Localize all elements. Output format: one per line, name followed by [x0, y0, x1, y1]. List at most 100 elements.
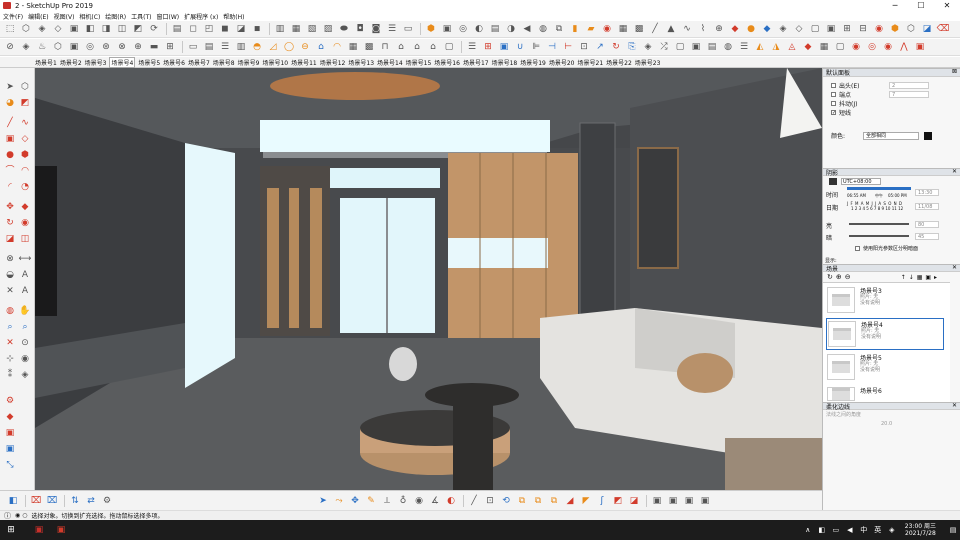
scene-tab[interactable]: 场景号17 [463, 58, 489, 67]
group-icon[interactable]: ⬡ [51, 40, 65, 54]
model-icon[interactable]: ◈ [641, 40, 655, 54]
orbit2-icon[interactable]: ◎ [83, 40, 97, 54]
plugin-a-icon[interactable]: ◈ [776, 22, 790, 36]
large-tools-icon[interactable]: ◧ [6, 494, 20, 508]
render9-icon[interactable]: ◉ [881, 40, 895, 54]
credits-icon[interactable]: ○ [22, 512, 27, 519]
scene-tab[interactable]: 场景号15 [406, 58, 432, 67]
orbit-tool-icon[interactable]: ◍ [3, 304, 17, 318]
plugin-r-icon[interactable]: ◩ [611, 494, 625, 508]
edge-style-icon[interactable]: ▥ [273, 22, 287, 36]
dome-icon[interactable]: ◠ [330, 40, 344, 54]
scale-icon[interactable]: ⊗ [115, 40, 129, 54]
cabinet-icon[interactable]: ▤ [202, 40, 216, 54]
view2-icon[interactable]: ▣ [689, 40, 703, 54]
extension-checkbox[interactable] [831, 83, 836, 88]
ime-mode[interactable]: 中 [857, 520, 871, 540]
scene-tab-active[interactable]: 场景号4 [109, 56, 136, 68]
plugin-round-icon[interactable]: ◉ [600, 22, 614, 36]
select-arrow-icon[interactable]: ➤ [316, 494, 330, 508]
scene-tab[interactable]: 场景号23 [635, 58, 661, 67]
render5-icon[interactable]: ▦ [817, 40, 831, 54]
rotated-rect-icon[interactable]: ◇ [18, 132, 32, 146]
plugin-b-icon[interactable]: ◇ [792, 22, 806, 36]
scene-tab[interactable]: 场景号21 [578, 58, 604, 67]
shuffle-icon[interactable]: ⤮ [657, 40, 671, 54]
shadow-toggle-icon[interactable] [829, 178, 837, 185]
close-icon[interactable]: ✕ [952, 264, 957, 271]
extension-wh-icon[interactable]: ▣ [3, 442, 17, 456]
shield-icon[interactable]: ◈ [885, 520, 899, 540]
component-icon[interactable]: ⬡ [19, 22, 33, 36]
plugin-grid-icon[interactable]: ▩ [632, 22, 646, 36]
zoom-window-icon[interactable]: ⌕ [18, 320, 32, 334]
teapot-icon[interactable]: ♨ [35, 40, 49, 54]
arc3-icon[interactable]: ◜ [3, 180, 17, 194]
timezone-select[interactable]: UTC+08:00 [841, 178, 881, 185]
arc2-icon[interactable]: ◠ [18, 164, 32, 178]
previous-view-icon[interactable]: ⊙ [18, 336, 32, 350]
look-around-icon[interactable]: ◉ [18, 352, 32, 366]
wireframe-icon[interactable]: ◻ [186, 22, 200, 36]
maximize-button[interactable]: ☐ [908, 0, 934, 11]
rotate-tool-icon[interactable]: ↻ [3, 216, 17, 230]
paint-bucket-icon[interactable]: ◕ [3, 96, 17, 110]
shop-icon[interactable]: ⊞ [481, 40, 495, 54]
follow-me-icon[interactable]: ◉ [18, 216, 32, 230]
prev-icon[interactable]: ⊣ [545, 40, 559, 54]
offset-icon[interactable]: ◫ [18, 232, 32, 246]
line-tool-icon[interactable]: ╱ [3, 116, 17, 130]
plugin-stack-icon[interactable]: ▰ [584, 22, 598, 36]
color-swatch[interactable] [924, 131, 932, 140]
tape-icon[interactable]: ⊗ [3, 252, 17, 266]
scenes-header[interactable]: 场景 ✕ [823, 264, 960, 273]
taskbar-app-icon[interactable]: ▣ [28, 520, 50, 540]
sync2-icon[interactable]: ⇄ [84, 494, 98, 508]
render2-icon[interactable]: ◮ [769, 40, 783, 54]
plugin-k-icon[interactable]: ⌫ [936, 22, 950, 36]
erase-icon[interactable]: ◢ [563, 494, 577, 508]
light-input[interactable]: 80 [915, 221, 939, 228]
warehouse-icon[interactable]: ▣ [3, 426, 17, 440]
circle-icon[interactable]: ◯ [282, 40, 296, 54]
stairs-icon[interactable]: ◿ [266, 40, 280, 54]
plugin-s-icon[interactable]: ◪ [627, 494, 641, 508]
zoom-icon[interactable]: ⌕ [3, 320, 17, 334]
axes-icon[interactable]: ✕ [3, 284, 17, 298]
plugin-y-icon[interactable]: ◉ [412, 494, 426, 508]
plugin-z-icon[interactable]: ∡ [428, 494, 442, 508]
section-icon[interactable]: ◙ [369, 22, 383, 36]
next-icon[interactable]: ⊢ [561, 40, 575, 54]
render1-icon[interactable]: ◭ [753, 40, 767, 54]
scene-tab[interactable]: 场景号5 [138, 58, 160, 67]
add-scene-icon[interactable]: ⊕ [836, 273, 842, 281]
menu-extensions[interactable]: 扩展程序 (x) [184, 12, 218, 21]
shadow-header[interactable]: 阴影 ✕ [823, 168, 960, 177]
plugin-red-icon[interactable]: ◆ [728, 22, 742, 36]
scene-tab[interactable]: 场景号9 [238, 58, 260, 67]
scene-tab[interactable]: 场景号19 [520, 58, 546, 67]
tag-c-icon[interactable]: ▣ [682, 494, 696, 508]
notification-icon[interactable]: ▤ [946, 520, 960, 540]
profile-icon[interactable]: ▦ [289, 22, 303, 36]
scene-tab[interactable]: 场景号18 [492, 58, 518, 67]
endpoints-checkbox[interactable] [831, 92, 836, 97]
scene-menu-icon[interactable]: ▸ [934, 274, 937, 281]
close-icon[interactable]: ✕ [952, 168, 957, 175]
tag-a-icon[interactable]: ▣ [650, 494, 664, 508]
spiral-icon[interactable]: ⟲ [499, 494, 513, 508]
close-button[interactable]: ✕ [934, 0, 960, 11]
menu-view[interactable]: 视图(V) [54, 12, 75, 21]
settings-icon[interactable]: ⚙ [100, 494, 114, 508]
house3-icon[interactable]: ⌂ [426, 40, 440, 54]
render8-icon[interactable]: ◎ [865, 40, 879, 54]
menu-draw[interactable]: 绘图(R) [105, 12, 126, 21]
scene-tab[interactable]: 场景号10 [262, 58, 288, 67]
plugin-h-icon[interactable]: ⬢ [888, 22, 902, 36]
globe-icon[interactable]: ◍ [721, 40, 735, 54]
plugin-blue-icon[interactable]: ◆ [760, 22, 774, 36]
copy2-icon[interactable]: ⧉ [531, 494, 545, 508]
plugin-align-icon[interactable]: ▤ [488, 22, 502, 36]
soften-value[interactable]: 20.0 [881, 421, 892, 427]
ime-lang[interactable]: 英 [871, 520, 885, 540]
